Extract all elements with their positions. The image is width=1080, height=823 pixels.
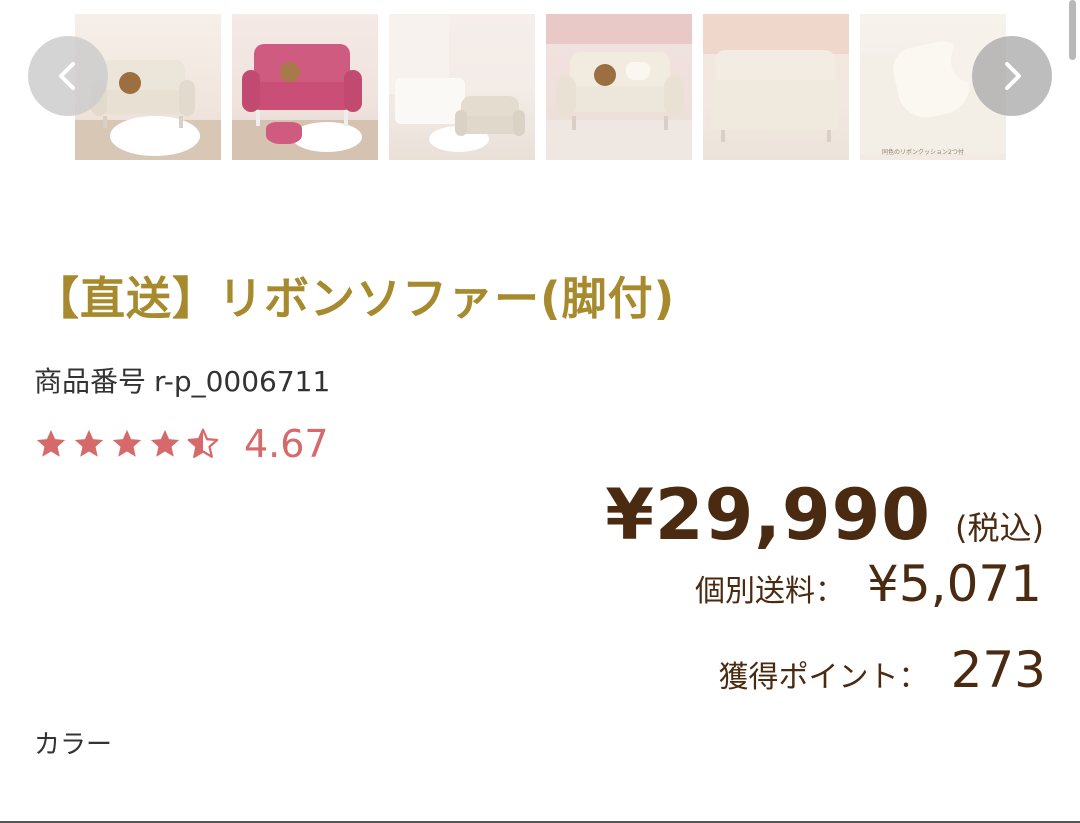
- thumbnail-cream-sofa-teddy[interactable]: [546, 14, 692, 160]
- shipping-label: 個別送料：: [695, 574, 846, 609]
- product-code-value: r-p_0006711: [154, 365, 331, 398]
- thumbnail-sofa-cushions[interactable]: [703, 14, 849, 160]
- rating[interactable]: 4.67: [34, 422, 329, 466]
- product-title: 【直送】リボンソファー(脚付): [34, 272, 676, 325]
- thumbnail-strip: 同色のリボンクッション2つ付: [75, 14, 1006, 160]
- star-half-icon: [187, 428, 219, 458]
- star-full-icon: [112, 429, 142, 457]
- chevron-right-icon: [1005, 62, 1021, 90]
- star-full-icon: [36, 429, 66, 457]
- points-value: 273: [950, 641, 1046, 699]
- color-label: カラー: [34, 730, 113, 760]
- price: ¥29,990: [605, 474, 932, 556]
- thumbnail-caption: 同色のリボンクッション2つ付: [882, 149, 964, 156]
- thumbnail-bedroom-sofa[interactable]: [389, 14, 535, 160]
- price-row: ¥29,990 (税込): [605, 474, 1044, 556]
- image-carousel: 同色のリボンクッション2つ付: [0, 0, 1080, 175]
- carousel-next-button[interactable]: [972, 36, 1052, 116]
- star-full-icon: [74, 429, 104, 457]
- shipping-value: ¥5,071: [867, 555, 1042, 613]
- product-code: 商品番号 r-p_0006711: [34, 360, 330, 400]
- points-label: 獲得ポイント：: [718, 660, 929, 695]
- chevron-left-icon: [59, 62, 75, 90]
- thumbnail-pink-sofa-room[interactable]: [232, 14, 378, 160]
- rating-value: 4.67: [244, 422, 329, 466]
- carousel-prev-button[interactable]: [28, 36, 108, 116]
- star-full-icon: [150, 429, 180, 457]
- rating-stars: [34, 427, 220, 461]
- points-row: 獲得ポイント： 273: [719, 641, 1046, 699]
- product-code-label: 商品番号: [34, 365, 147, 398]
- shipping-row: 個別送料： ¥5,071: [695, 555, 1042, 613]
- tax-note: (税込): [955, 509, 1044, 547]
